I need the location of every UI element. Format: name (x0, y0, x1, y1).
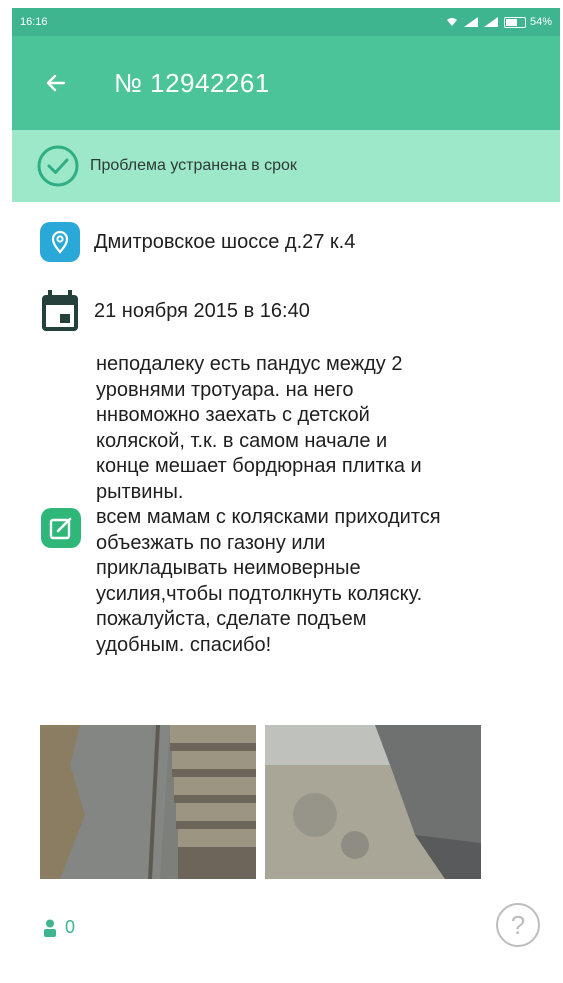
signal-icon (463, 17, 478, 27)
help-button[interactable]: ? (496, 903, 540, 947)
location-pin-icon (40, 222, 80, 262)
date-row: 21 ноября 2015 в 16:40 (40, 290, 310, 332)
status-banner: Проблема устранена в срок (12, 130, 560, 202)
question-icon: ? (510, 909, 526, 940)
address-row: Дмитровское шоссе д.27 к.4 (40, 222, 355, 262)
address-text: Дмитровское шоссе д.27 к.4 (94, 230, 356, 253)
person-icon (44, 919, 56, 937)
signal-icon (483, 17, 498, 27)
check-circle-icon (37, 145, 79, 187)
photo-stairs (40, 725, 256, 879)
battery-icon (503, 16, 526, 28)
status-bar: 16:16 54% (12, 8, 560, 36)
calendar-icon (42, 290, 78, 331)
status-text: Проблема устранена в срок (90, 157, 297, 174)
back-button[interactable] (36, 63, 76, 103)
photo-curb (265, 725, 481, 879)
wifi-icon (446, 18, 457, 26)
battery-indicator: 54% (503, 16, 552, 28)
status-time: 16:16 (20, 16, 48, 28)
problem-description: неподалеку есть пандус между 2 уровнями … (96, 353, 441, 656)
page-title: № 12942261 (114, 67, 270, 98)
battery-percent: 54% (529, 16, 552, 28)
screen: 16:16 54% № 12942261 Проблема устранена … (12, 8, 560, 983)
photo-thumbnail[interactable] (40, 725, 256, 879)
supporters-counter[interactable]: 0 (43, 917, 75, 938)
photo-thumbnail[interactable] (265, 725, 481, 879)
app-bar: № 12942261 (12, 36, 560, 130)
arrow-left-icon (46, 74, 66, 92)
status-icons: 54% (446, 16, 552, 28)
supporters-count: 0 (65, 917, 76, 937)
date-text: 21 ноября 2015 в 16:40 (94, 299, 310, 322)
edit-icon (41, 508, 81, 548)
